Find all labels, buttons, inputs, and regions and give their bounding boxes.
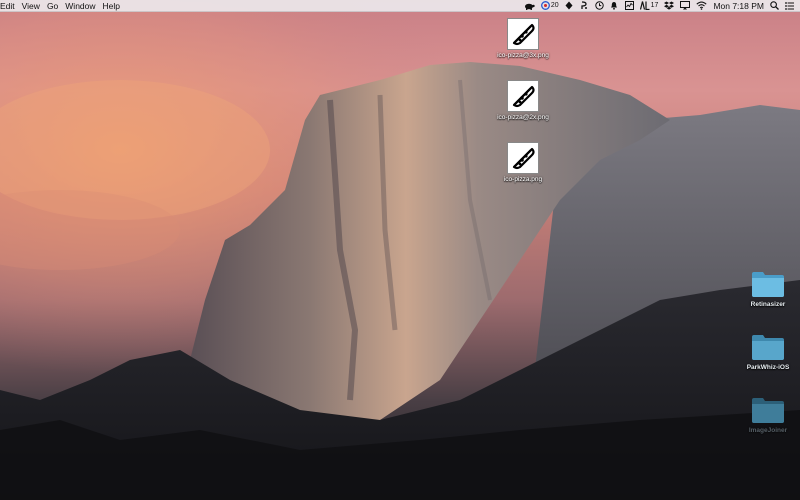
desktop-file-label: ico-pizza@2x.png xyxy=(497,114,549,121)
desktop-folder-label: ImageJoiner xyxy=(748,427,788,434)
dropbox-icon[interactable] xyxy=(664,0,675,12)
clock-outline-icon[interactable] xyxy=(594,0,604,12)
wifi-icon[interactable] xyxy=(696,0,708,12)
menu-bar: Edit View Go Window Help 20 17 Mon 7:18 … xyxy=(0,0,800,12)
script-icon[interactable] xyxy=(580,0,589,12)
desktop-file-ico-pizza-3x[interactable]: ico-pizza@3x.png xyxy=(493,18,553,60)
desktop-file-ico-pizza[interactable]: ico-pizza.png xyxy=(493,142,553,184)
desktop-folder-label: Retinasizer xyxy=(750,301,786,308)
desktop[interactable]: Edit View Go Window Help 20 17 Mon 7:18 … xyxy=(0,0,800,500)
pizza-icon xyxy=(507,142,539,174)
menu-bar-clock[interactable]: Mon 7:18 PM xyxy=(713,0,764,12)
spotlight-search-icon[interactable] xyxy=(770,0,779,12)
menu-edit[interactable]: Edit xyxy=(0,0,22,12)
desktop-folder-imagejoiner[interactable]: ImageJoiner xyxy=(738,396,798,435)
menu-bar-menus: Edit View Go Window Help xyxy=(0,0,127,11)
menu-window[interactable]: Window xyxy=(65,0,102,12)
desktop-file-label: ico-pizza@3x.png xyxy=(497,52,549,59)
turtle-icon[interactable] xyxy=(524,0,535,12)
notification-count-icon[interactable]: 17 xyxy=(639,0,659,12)
activity-monitor-icon[interactable] xyxy=(624,0,634,12)
desktop-folder-retinasizer[interactable]: Retinasizer xyxy=(738,270,798,309)
airplay-icon[interactable] xyxy=(680,0,691,12)
badge-count: 20 xyxy=(550,1,559,9)
menu-go[interactable]: Go xyxy=(47,0,65,12)
wallpaper xyxy=(0,0,800,500)
folder-icon xyxy=(751,270,785,298)
notification-center-icon[interactable] xyxy=(785,0,794,12)
menu-view[interactable]: View xyxy=(22,0,47,12)
folder-icon xyxy=(751,333,785,361)
fantastical-icon[interactable] xyxy=(565,0,574,12)
menu-help[interactable]: Help xyxy=(103,0,127,12)
badge-count-icon[interactable]: 20 xyxy=(540,0,559,12)
desktop-file-label: ico-pizza.png xyxy=(503,176,543,183)
notification-count: 17 xyxy=(650,1,659,9)
desktop-folder-parkwhiz-ios[interactable]: ParkWhiz-iOS xyxy=(738,333,798,372)
menu-bar-extras: 20 17 Mon 7:18 PM xyxy=(524,0,800,11)
folder-icon xyxy=(751,396,785,424)
pizza-icon xyxy=(507,18,539,50)
desktop-folder-label: ParkWhiz-iOS xyxy=(746,364,790,371)
bell-icon[interactable] xyxy=(610,0,619,12)
pizza-icon xyxy=(507,80,539,112)
desktop-file-ico-pizza-2x[interactable]: ico-pizza@2x.png xyxy=(493,80,553,122)
